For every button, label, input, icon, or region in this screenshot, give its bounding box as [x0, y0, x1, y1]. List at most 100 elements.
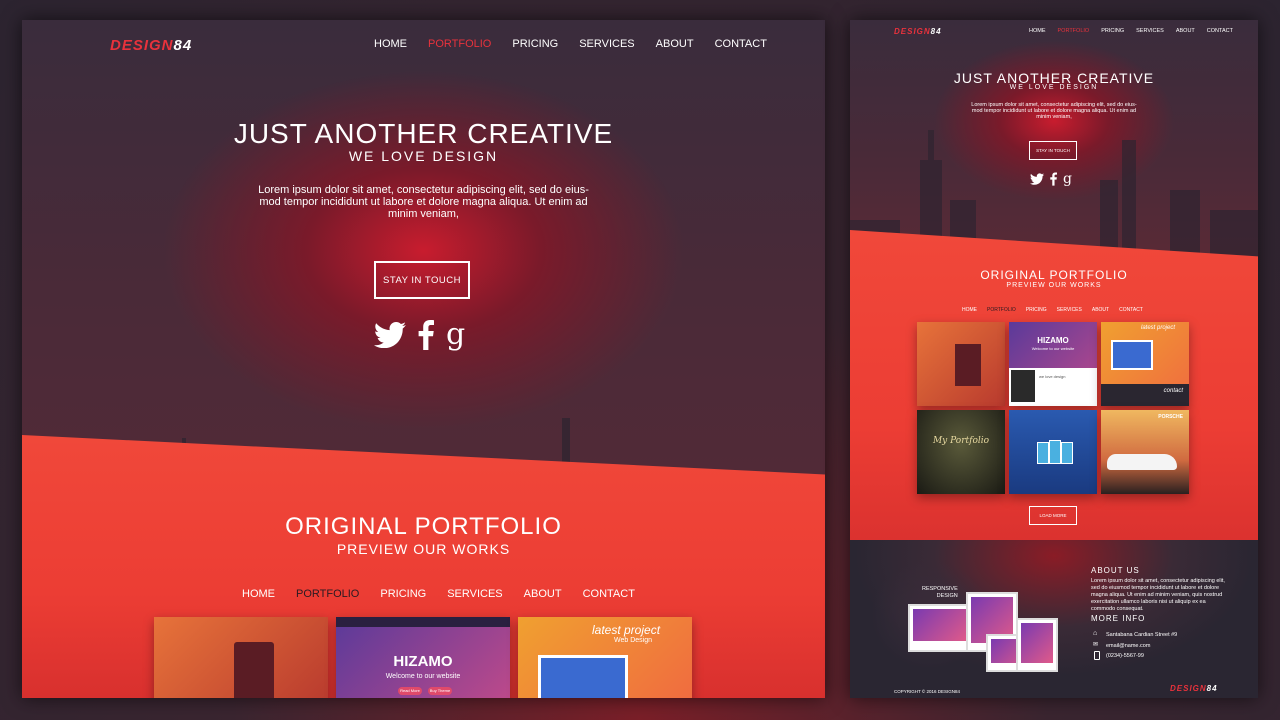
mini-thumb-2-content: we love design — [1009, 368, 1097, 406]
mini-contact-bar: contact — [1101, 384, 1189, 406]
stay-in-touch-button[interactable]: STAY IN TOUCH — [374, 261, 470, 299]
porsche-text: PORSCHE — [1158, 414, 1183, 420]
car-image — [1107, 454, 1177, 470]
mini-thumb-2[interactable]: HIZAMO Welcome to our website we love de… — [1009, 322, 1097, 406]
mini-portrait-image — [955, 344, 981, 386]
mini-nav: HOME PORTFOLIO PRICING SERVICES ABOUT CO… — [1029, 28, 1233, 34]
mini-logo[interactable]: DESIGN84 — [894, 27, 942, 36]
mini-device-image — [1111, 340, 1153, 370]
mini-portfolio-subtitle: PREVIEW OUR WORKS — [1006, 282, 1102, 289]
mini-thumb-6[interactable]: PORSCHE — [1101, 410, 1189, 494]
facebook-icon[interactable] — [418, 320, 434, 350]
mini-tab-pricing[interactable]: PRICING — [1026, 307, 1047, 313]
footer-logo-text: DESIGN — [1170, 684, 1207, 693]
thumb-navbar — [336, 617, 510, 627]
tab-contact[interactable]: CONTACT — [583, 588, 635, 600]
copyright-text: COPYRIGHT © 2016 DESIGN84 — [894, 689, 961, 694]
mini-hero-subtitle: WE LOVE DESIGN — [1009, 84, 1099, 91]
monitor-device-image — [908, 604, 972, 652]
mini-we-love-text: we love design — [1039, 374, 1066, 379]
mini-nav-home[interactable]: HOME — [1029, 28, 1046, 34]
latest-project-subtitle: Web Design — [614, 637, 653, 644]
device-screen-image — [538, 655, 628, 698]
phone-icon — [1094, 651, 1100, 660]
phone-text: (0234)-5567-99 — [1106, 653, 1144, 659]
hizamo-title: HIZAMO — [393, 653, 453, 670]
more-info-title: MORE INFO — [1091, 614, 1146, 623]
tab-home[interactable]: HOME — [242, 588, 275, 600]
mini-tab-portfolio[interactable]: PORTFOLIO — [987, 307, 1016, 313]
tab-portfolio[interactable]: PORTFOLIO — [296, 588, 359, 600]
tab-about[interactable]: ABOUT — [524, 588, 562, 600]
mini-tab-contact[interactable]: CONTACT — [1119, 307, 1143, 313]
mail-icon: ✉ — [1093, 642, 1099, 648]
portfolio-filter-tabs: HOME PORTFOLIO PRICING SERVICES ABOUT CO… — [242, 588, 635, 600]
desktop-mockup: DESIGN84 HOME PORTFOLIO PRICING SERVICES… — [22, 20, 825, 698]
tab-pricing[interactable]: PRICING — [380, 588, 426, 600]
tab-services[interactable]: SERVICES — [447, 588, 502, 600]
mini-stay-in-touch-button[interactable]: STAY IN TOUCH — [1029, 141, 1077, 160]
nav-pricing[interactable]: PRICING — [512, 38, 558, 50]
mini-logo-number: 84 — [930, 27, 942, 36]
mini-hero-section: DESIGN84 HOME PORTFOLIO PRICING SERVICES… — [850, 20, 1258, 260]
mini-tab-home[interactable]: HOME — [962, 307, 977, 313]
portfolio-thumb-2[interactable]: HIZAMO Welcome to our website Read More … — [336, 617, 510, 698]
mini-thumb-3[interactable]: latest project contact — [1101, 322, 1189, 406]
buy-theme-button: Buy Theme — [428, 687, 452, 695]
mini-tab-services[interactable]: SERVICES — [1057, 307, 1082, 313]
phone-device-image — [1016, 618, 1058, 672]
nav-contact[interactable]: CONTACT — [715, 38, 767, 50]
mini-google-plus-icon[interactable]: g — [1063, 172, 1072, 186]
about-section: RESPONSIVE DESIGN ABOUT US Lorem ipsum d… — [850, 540, 1258, 698]
portfolio-subtitle: PREVIEW OUR WORKS — [336, 541, 511, 557]
full-page-mockup: DESIGN84 HOME PORTFOLIO PRICING SERVICES… — [850, 20, 1258, 698]
logo-number: 84 — [173, 37, 193, 54]
portfolio-thumb-3[interactable]: latest project Web Design — [518, 617, 692, 698]
responsive-design-label: RESPONSIVE DESIGN — [922, 586, 958, 599]
nav-portfolio[interactable]: PORTFOLIO — [428, 38, 491, 50]
main-nav: HOME PORTFOLIO PRICING SERVICES ABOUT CO… — [374, 38, 767, 50]
mini-thumb-4[interactable]: My Portfolio — [917, 410, 1005, 494]
mini-nav-services[interactable]: SERVICES — [1136, 28, 1164, 34]
mini-nav-contact[interactable]: CONTACT — [1207, 28, 1233, 34]
mini-facebook-icon[interactable] — [1050, 172, 1057, 186]
mini-latest-title: latest project — [1141, 325, 1176, 331]
phone-image-2 — [1049, 440, 1061, 464]
logo-text: DESIGN — [110, 37, 174, 54]
mini-portfolio-title: ORIGINAL PORTFOLIO — [980, 268, 1128, 282]
mini-hero-body: Lorem ipsum dolor sit amet, consectetur … — [971, 102, 1137, 120]
load-more-button[interactable]: LOAD MORE — [1029, 506, 1077, 525]
mini-logo-text: DESIGN — [894, 27, 931, 36]
mini-photo-image — [1011, 370, 1035, 402]
mini-thumb-1[interactable] — [917, 322, 1005, 406]
portfolio-thumb-1[interactable] — [154, 617, 328, 698]
mini-nav-pricing[interactable]: PRICING — [1101, 28, 1124, 34]
portrait-image — [234, 642, 274, 698]
footer-logo-number: 84 — [1206, 684, 1218, 693]
nav-services[interactable]: SERVICES — [579, 38, 634, 50]
nav-about[interactable]: ABOUT — [656, 38, 694, 50]
twitter-icon[interactable] — [374, 322, 406, 348]
google-plus-icon[interactable]: g — [446, 320, 465, 350]
address-text: Santabana Cardian Street #9 — [1106, 632, 1178, 638]
mini-twitter-icon[interactable] — [1030, 173, 1044, 185]
portfolio-section: ORIGINAL PORTFOLIO PREVIEW OUR WORKS HOM… — [22, 435, 825, 698]
email-text: email@name.com — [1106, 643, 1151, 649]
portfolio-title: ORIGINAL PORTFOLIO — [285, 513, 562, 540]
mini-nav-portfolio[interactable]: PORTFOLIO — [1058, 28, 1090, 34]
phone-image-3 — [1061, 442, 1073, 464]
mini-portfolio-section: ORIGINAL PORTFOLIO PREVIEW OUR WORKS HOM… — [850, 230, 1258, 560]
phone-image-1 — [1037, 442, 1049, 464]
about-us-title: ABOUT US — [1091, 566, 1140, 575]
mini-tab-about[interactable]: ABOUT — [1092, 307, 1109, 313]
mini-thumb-5[interactable] — [1009, 410, 1097, 494]
home-icon: ⌂ — [1093, 630, 1098, 637]
mini-contact-label: contact — [1163, 388, 1183, 394]
nav-home[interactable]: HOME — [374, 38, 407, 50]
mini-nav-about[interactable]: ABOUT — [1176, 28, 1195, 34]
hero-subtitle: WE LOVE DESIGN — [348, 148, 499, 164]
footer-logo[interactable]: DESIGN84 — [1170, 684, 1218, 693]
mini-hizamo-subtitle: Welcome to our website — [1031, 346, 1075, 351]
logo[interactable]: DESIGN84 — [110, 37, 192, 54]
hero-body-text: Lorem ipsum dolor sit amet, consectetur … — [258, 184, 589, 220]
